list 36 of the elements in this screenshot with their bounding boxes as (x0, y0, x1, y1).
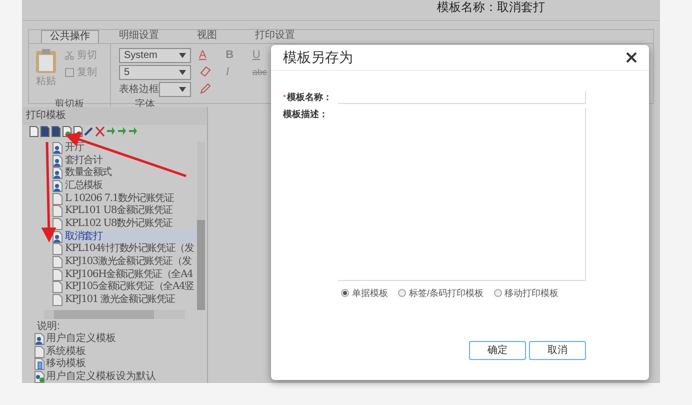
legend-item: 用户自定义模板设为默认 (34, 370, 207, 383)
template-item[interactable]: KPL101 U8金额记账凭证 (52, 204, 197, 218)
dialog-button[interactable]: 取消 (529, 341, 586, 360)
template-type-radio[interactable]: 单据模板 (341, 286, 388, 300)
dialog-button[interactable]: 确定 (469, 341, 526, 360)
ribbon-tab[interactable]: 明细设置 (111, 30, 167, 42)
panel-title: 打印模板 (26, 108, 66, 123)
banner-text: 模板名称：取消套打 (437, 0, 545, 14)
template-item[interactable]: KPL104针打数外记账凭证（发 (52, 243, 197, 256)
font-color-button[interactable]: A (199, 48, 216, 64)
legend-item: 系统模板 (34, 346, 207, 358)
template-type-radio[interactable]: 标签/条码打印模板 (398, 286, 484, 300)
template-item[interactable]: 数量金额式 (52, 166, 197, 180)
font-family-select[interactable]: System (119, 48, 191, 62)
template-type-radio[interactable]: 移动打印模板 (494, 286, 559, 300)
template-item[interactable]: L 10206 7.1数外记账凭证 (52, 192, 197, 205)
border-label: 表格边框 (119, 82, 159, 96)
template-item[interactable]: KPJ106H金额记账凭证（全A4 (52, 268, 197, 282)
template-item[interactable]: 汇总模板 (52, 180, 197, 192)
template-item[interactable]: KPJ103激光金额记账凭证（发 (52, 256, 197, 268)
ribbon-tab[interactable]: 打印设置 (247, 30, 303, 42)
field-label: 模板名称： (287, 91, 334, 104)
legend-item: 用户自定义模板 (34, 333, 207, 346)
template-item[interactable]: 取消套打 (52, 230, 197, 243)
font-size-select[interactable]: 5 (119, 64, 191, 80)
required-mark: * (283, 92, 286, 104)
ribbon-tab[interactable]: 公共操作 (41, 30, 99, 42)
ribbon-tab[interactable]: 视图 (189, 30, 225, 42)
legend-item: 移动模板 (34, 358, 207, 370)
template-item[interactable]: KPJ105金额记账凭证（全A4竖 (52, 281, 197, 294)
template-item[interactable]: KPL102 U8数外记账凭证 (52, 218, 197, 230)
legend-title: 说明: (37, 320, 61, 332)
dialog-title: 模板另存为 (283, 48, 353, 67)
template-item[interactable]: KPJ101 激光金额记账凭证 (52, 294, 197, 306)
template-item[interactable]: 套打合计 (52, 154, 197, 167)
field-label: 模板描述： (283, 108, 329, 120)
